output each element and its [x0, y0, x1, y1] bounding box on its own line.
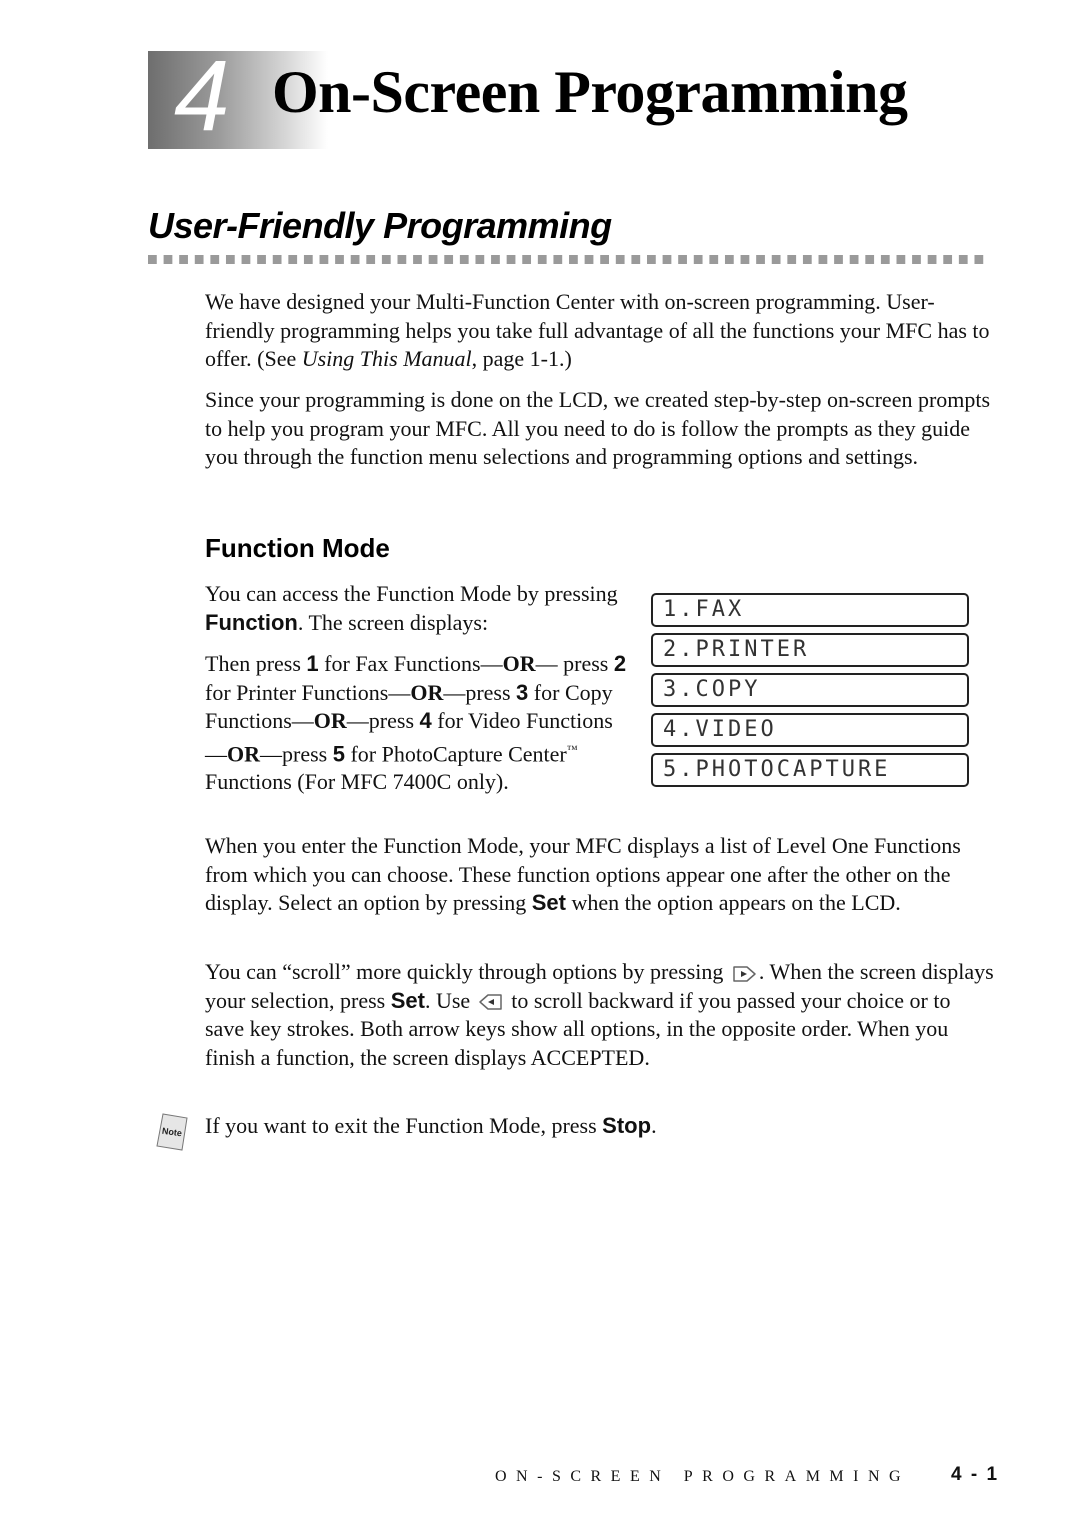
- text: for Printer Functions—: [205, 679, 411, 705]
- intro-paragraph-2: Since your programming is done on the LC…: [205, 387, 991, 469]
- text: If you want to exit the Function Mode, p…: [205, 1113, 603, 1138]
- key-5-label: 5: [332, 740, 345, 766]
- press-options-paragraph: Then press 1 for Fax Functions—OR— press…: [205, 650, 630, 797]
- set-key-label: Set: [531, 890, 566, 915]
- text: . Use: [424, 987, 476, 1013]
- note-paragraph: If you want to exit the Function Mode, p…: [205, 1112, 995, 1141]
- key-1-label: 1: [306, 651, 319, 676]
- text: You can access the Function Mode by pres…: [205, 581, 618, 606]
- chapter-title: On-Screen Programming: [272, 59, 908, 125]
- text: —press: [260, 740, 333, 766]
- section-title: User-Friendly Programming: [148, 205, 612, 246]
- text: . The screen displays:: [297, 609, 489, 635]
- lcd-item-fax: 1.FAX: [651, 593, 969, 627]
- access-paragraph: You can access the Function Mode by pres…: [205, 580, 630, 637]
- lcd-item-printer: 2.PRINTER: [651, 633, 969, 667]
- manual-reference: Using This Manual: [301, 346, 472, 371]
- stop-key-label: Stop: [602, 1113, 652, 1138]
- key-4-label: 4: [419, 708, 432, 733]
- intro-paragraph-1: We have designed your Multi-Function Cen…: [205, 288, 995, 374]
- function-key-label: Function: [205, 609, 298, 635]
- section-divider: [148, 255, 990, 264]
- running-footer-title: ON-SCREEN PROGRAMMING: [495, 1468, 911, 1485]
- right-arrow-key-icon: [733, 966, 756, 982]
- text: for Fax Functions—: [318, 651, 503, 676]
- text: for PhotoCapture Center: [344, 740, 567, 766]
- text: —press: [346, 708, 420, 733]
- page-number: 4 - 1: [951, 1464, 1000, 1485]
- text: You can “scroll” more quickly through op…: [205, 959, 729, 984]
- scroll-paragraph: You can “scroll” more quickly through op…: [205, 958, 995, 1072]
- or-label: OR: [227, 740, 260, 766]
- or-label: OR: [502, 651, 536, 676]
- text: Functions (For MFC 7400C only).: [205, 769, 509, 795]
- lcd-item-video: 4.VIDEO: [651, 713, 969, 747]
- level-one-paragraph: When you enter the Function Mode, your M…: [205, 832, 995, 918]
- trademark-symbol: ™: [566, 743, 578, 756]
- text: , page 1-1.): [471, 346, 572, 371]
- text: .: [651, 1113, 657, 1138]
- key-2-label: 2: [613, 651, 627, 676]
- text: when the option appears on the LCD.: [565, 890, 901, 915]
- key-3-label: 3: [516, 679, 529, 705]
- function-mode-heading: Function Mode: [205, 533, 390, 563]
- lcd-display-list: 1.FAX 2.PRINTER 3.COPY 4.VIDEO 5.PHOTOCA…: [651, 593, 969, 793]
- lcd-item-copy: 3.COPY: [651, 673, 969, 707]
- or-label: OR: [410, 679, 444, 705]
- note-icon: Note: [156, 1113, 188, 1151]
- text: —press: [443, 679, 517, 705]
- text: — press: [535, 651, 614, 676]
- or-label: OR: [313, 708, 347, 733]
- left-arrow-key-icon: [478, 994, 502, 1011]
- lcd-item-photocapture: 5.PHOTOCAPTURE: [651, 753, 969, 787]
- chapter-number: 4: [174, 40, 230, 152]
- set-key-label: Set: [390, 987, 425, 1013]
- text: Then press: [205, 651, 307, 676]
